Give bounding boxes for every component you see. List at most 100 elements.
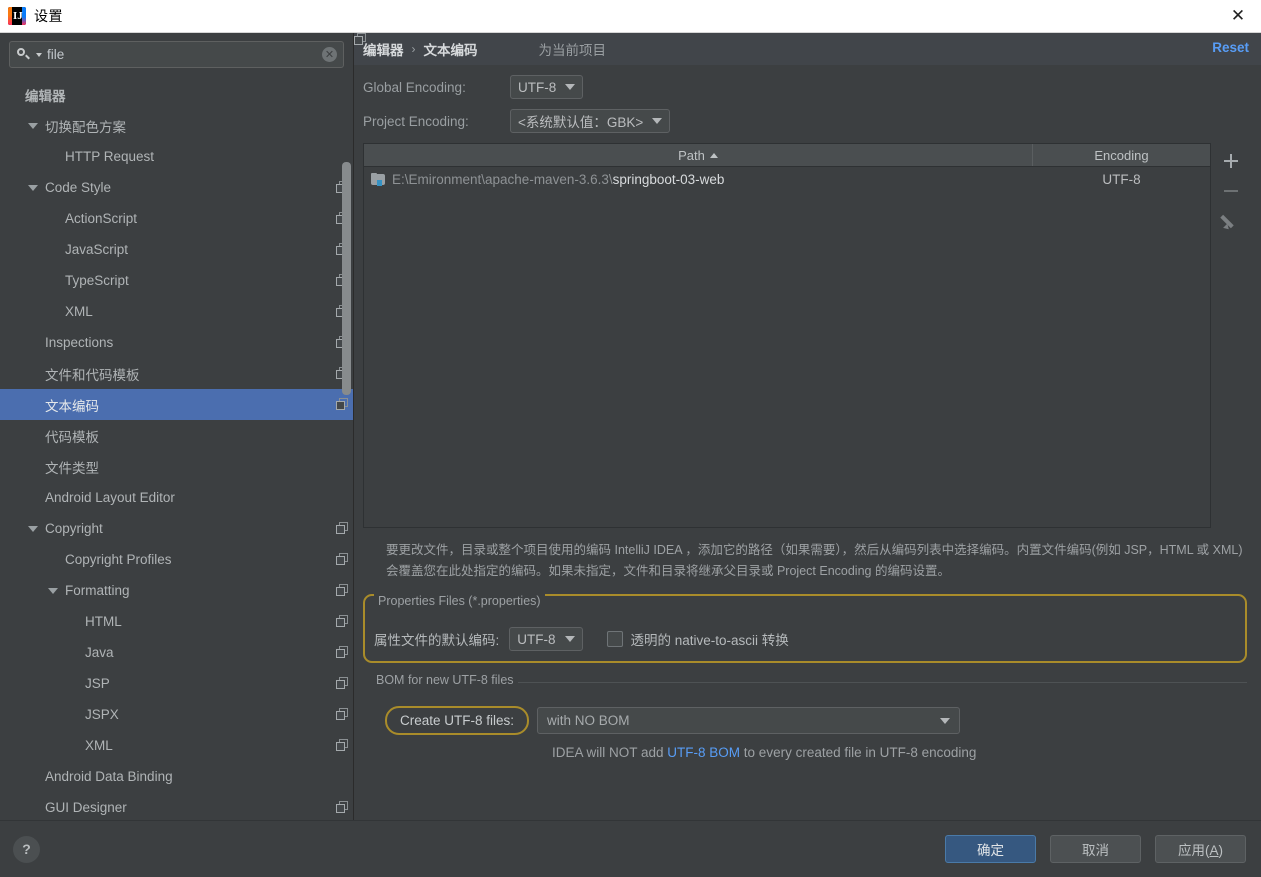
clear-icon[interactable]: ✕	[322, 47, 337, 62]
dialog-footer: ? 确定 取消 应用(A)	[0, 820, 1261, 877]
chevron-down-icon[interactable]	[36, 52, 42, 57]
sidebar-item-6[interactable]: TypeScript	[0, 265, 353, 296]
encodings-table[interactable]: Path Encoding E:\Emironment\apache-maven…	[363, 143, 1211, 528]
scope-for-current-project[interactable]: 为当前项目	[354, 33, 607, 59]
cell-encoding[interactable]: UTF-8	[1033, 172, 1210, 187]
sidebar-item-11[interactable]: 代码模板	[0, 420, 353, 451]
sidebar-item-15[interactable]: Copyright Profiles	[0, 544, 353, 575]
sidebar-item-21[interactable]: XML	[0, 730, 353, 761]
copy-icon	[354, 33, 533, 56]
chevron-down-icon[interactable]	[28, 525, 38, 532]
bom-note-link[interactable]: UTF-8 BOM	[667, 745, 740, 760]
global-encoding-row: Global Encoding: UTF-8	[363, 75, 1261, 99]
sidebar-item-14[interactable]: Copyright	[0, 513, 353, 544]
sidebar-item-16[interactable]: Formatting	[0, 575, 353, 606]
sidebar-item-22[interactable]: Android Data Binding	[0, 761, 353, 792]
chevron-down-icon[interactable]	[48, 587, 58, 594]
footer-buttons: 确定 取消 应用(A)	[945, 835, 1246, 863]
sidebar-item-13[interactable]: Android Layout Editor	[0, 482, 353, 513]
footer-button-1[interactable]: 取消	[1050, 835, 1141, 863]
sidebar-item-0[interactable]: 编辑器	[0, 79, 353, 110]
footer-button-0[interactable]: 确定	[945, 835, 1036, 863]
chevron-down-icon[interactable]	[28, 122, 38, 129]
copy-icon[interactable]	[336, 583, 349, 597]
sidebar-item-2[interactable]: HTTP Request	[0, 141, 353, 172]
global-encoding-label: Global Encoding:	[363, 79, 466, 95]
sidebar-item-9[interactable]: 文件和代码模板	[0, 358, 353, 389]
copy-icon[interactable]	[336, 645, 349, 659]
sidebar-item-4[interactable]: ActionScript	[0, 203, 353, 234]
default-properties-encoding-select[interactable]: UTF-8	[509, 627, 583, 651]
add-icon[interactable]	[1216, 146, 1246, 176]
sidebar-item-label: GUI Designer	[45, 800, 127, 815]
search-input[interactable]: file ✕	[9, 41, 344, 68]
chevron-down-icon[interactable]	[28, 184, 38, 191]
bom-note: IDEA will NOT add UTF-8 BOM to every cre…	[552, 745, 1247, 760]
sidebar-item-17[interactable]: HTML	[0, 606, 353, 637]
table-row[interactable]: E:\Emironment\apache-maven-3.6.3\ springb…	[364, 167, 1210, 192]
global-encoding-select[interactable]: UTF-8	[510, 75, 584, 99]
copy-icon[interactable]	[336, 397, 349, 411]
breadcrumb-parent[interactable]: 编辑器	[363, 39, 404, 59]
copy-icon[interactable]	[336, 521, 349, 535]
encoding-form: Global Encoding: UTF-8 Project Encoding:…	[354, 65, 1261, 133]
close-icon[interactable]: ✕	[1215, 0, 1261, 32]
sidebar-scrollbar[interactable]	[342, 162, 351, 395]
sidebar-item-label: XML	[65, 304, 93, 319]
sidebar-item-8[interactable]: Inspections	[0, 327, 353, 358]
sidebar-item-3[interactable]: Code Style	[0, 172, 353, 203]
column-header-path[interactable]: Path	[364, 144, 1033, 166]
copy-icon[interactable]	[336, 614, 349, 628]
copy-icon[interactable]	[336, 738, 349, 752]
footer-button-2[interactable]: 应用(A)	[1155, 835, 1246, 863]
copy-icon[interactable]	[336, 676, 349, 690]
sidebar-item-5[interactable]: JavaScript	[0, 234, 353, 265]
breadcrumb: 编辑器 › 文本编码 为当前项目 Reset	[354, 33, 1261, 65]
project-encoding-value: <系统默认值：GBK>	[518, 115, 644, 130]
transparent-native-to-ascii-checkbox[interactable]	[606, 631, 623, 647]
cell-path: E:\Emironment\apache-maven-3.6.3\ springb…	[364, 172, 1033, 187]
breadcrumb-current: 文本编码	[423, 43, 478, 58]
reset-link[interactable]: Reset	[1212, 40, 1249, 55]
copy-icon[interactable]	[336, 800, 349, 814]
copy-icon[interactable]	[336, 552, 349, 566]
transparent-native-to-ascii-label: 透明的 native-to-ascii 转换	[630, 633, 789, 648]
copy-icon[interactable]	[336, 707, 349, 721]
column-header-encoding[interactable]: Encoding	[1033, 144, 1210, 166]
create-utf8-files-label: Create UTF-8 files:	[385, 706, 530, 735]
sidebar-item-19[interactable]: JSP	[0, 668, 353, 699]
table-toolbar	[1211, 143, 1251, 528]
create-utf8-files-select[interactable]: with NO BOM	[537, 707, 961, 734]
project-encoding-select[interactable]: <系统默认值：GBK>	[510, 109, 671, 133]
table-body: E:\Emironment\apache-maven-3.6.3\ springb…	[364, 167, 1210, 192]
encoding-description: 要更改文件，目录或整个项目使用的编码 IntelliJ IDEA ，添加它的路径…	[386, 543, 1243, 578]
sort-asc-icon	[709, 152, 718, 158]
table-header-row: Path Encoding	[364, 144, 1210, 167]
sidebar-item-7[interactable]: XML	[0, 296, 353, 327]
sidebar-item-18[interactable]: Java	[0, 637, 353, 668]
sidebar-item-label: XML	[85, 738, 113, 753]
scope-label: 为当前项目	[538, 43, 607, 58]
help-button[interactable]: ?	[13, 835, 40, 863]
sidebar-item-1[interactable]: 切换配色方案	[0, 110, 353, 141]
sidebar-item-20[interactable]: JSPX	[0, 699, 353, 730]
sidebar-item-label: 编辑器	[25, 88, 66, 104]
sidebar-item-23[interactable]: GUI Designer	[0, 792, 353, 820]
edit-icon[interactable]	[1216, 206, 1246, 236]
project-encoding-label: Project Encoding:	[363, 113, 469, 129]
create-utf8-files-row: Create UTF-8 files: with NO BOM	[372, 706, 1247, 735]
sidebar-item-12[interactable]: 文件类型	[0, 451, 353, 482]
remove-icon[interactable]	[1216, 176, 1246, 206]
column-header-encoding-label: Encoding	[1094, 147, 1149, 163]
cell-path-prefix: E:\Emironment\apache-maven-3.6.3\	[392, 172, 613, 187]
sidebar-item-10[interactable]: 文本编码	[0, 389, 353, 420]
settings-tree[interactable]: 编辑器切换配色方案 HTTP Request Code Style ActionScr…	[0, 79, 353, 820]
